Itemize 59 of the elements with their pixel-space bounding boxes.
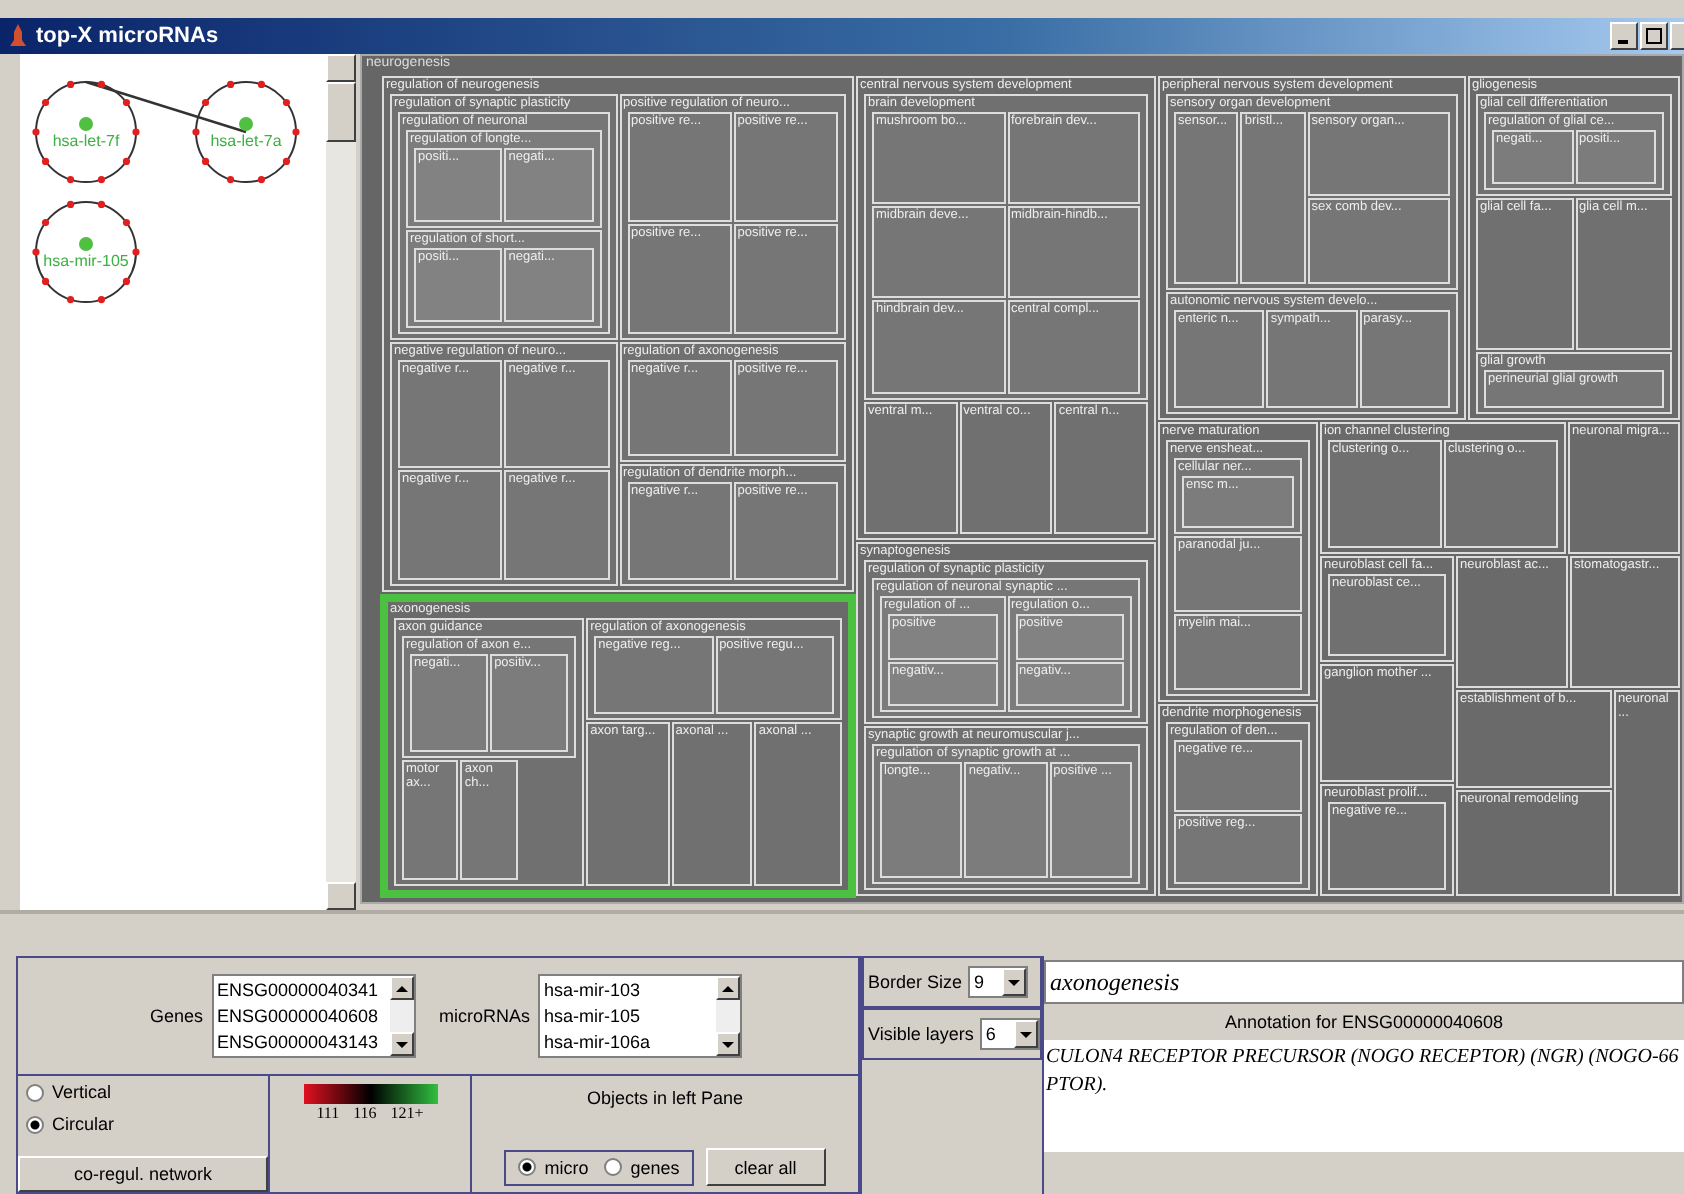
annotation-title: Annotation for ENSG00000040608 xyxy=(1222,1010,1506,1036)
treemap-cell[interactable] xyxy=(856,542,1156,896)
visible-layers-select[interactable]: 6 xyxy=(979,1018,1040,1050)
network-button[interactable]: co-regul. network xyxy=(18,1156,268,1192)
annotation-line: PTOR). xyxy=(1046,1072,1110,1100)
list-item[interactable]: hsa-mir-103 xyxy=(544,978,713,1002)
color-scale xyxy=(303,1084,437,1104)
radio-button[interactable] xyxy=(26,1115,44,1133)
scrollbar[interactable] xyxy=(326,54,356,910)
close-button[interactable] xyxy=(1670,22,1684,50)
list-item[interactable]: ENSG00000043143 xyxy=(217,1030,385,1054)
minimize-button[interactable] xyxy=(1610,22,1638,50)
microrna-list[interactable]: hsa-mir-103 hsa-mir-105 hsa-mir-106a xyxy=(538,974,743,1058)
node-label: hsa-let-7f xyxy=(52,132,120,150)
scroll-thumb[interactable] xyxy=(326,82,356,142)
treemap-cell[interactable] xyxy=(382,76,854,592)
dropdown-button[interactable] xyxy=(1002,968,1027,996)
border-size-select[interactable]: 9 xyxy=(968,966,1029,998)
scroll-down-button[interactable] xyxy=(326,882,356,910)
list-item[interactable]: hsa-mir-105 xyxy=(544,1004,713,1028)
clear-all-button[interactable]: clear all xyxy=(705,1148,826,1186)
radio-option[interactable]: genes xyxy=(596,1151,688,1183)
node-dot xyxy=(239,117,253,131)
node-label: hsa-mir-105 xyxy=(43,252,129,270)
radio-option[interactable]: Vertical xyxy=(18,1076,268,1108)
scale-label: 121+ xyxy=(390,1104,424,1122)
radio-button[interactable] xyxy=(604,1158,623,1176)
node-ring xyxy=(192,80,300,184)
window-title: top-X microRNAs xyxy=(36,24,219,48)
scale-label: 116 xyxy=(353,1104,377,1122)
annotation-line: CULON4 RECEPTOR PRECURSOR (NOGO RECEPTOR) (NGR) (NOGO-66 xyxy=(1046,1044,1681,1072)
node-ring xyxy=(32,80,140,184)
scroll-down-button[interactable] xyxy=(716,1032,741,1056)
radio-button[interactable] xyxy=(26,1083,44,1101)
field-label: Visible layers xyxy=(868,1024,974,1044)
radio-button[interactable] xyxy=(518,1158,537,1176)
search-field[interactable]: axonogenesis xyxy=(1044,960,1684,1004)
radio-option[interactable]: micro xyxy=(510,1151,597,1183)
node-ring xyxy=(32,200,140,304)
field-label: Border Size xyxy=(868,972,963,992)
node-dot xyxy=(79,237,93,251)
scroll-up-button[interactable] xyxy=(389,976,413,1000)
maximize-icon xyxy=(1646,28,1662,44)
list-item[interactable]: hsa-mir-106a xyxy=(544,1030,713,1054)
list-label: microRNAs xyxy=(439,1006,531,1026)
list-item[interactable]: ENSG00000040608 xyxy=(217,1004,385,1028)
maximize-button[interactable] xyxy=(1640,22,1668,50)
node-dot xyxy=(79,117,93,131)
scroll-down-button[interactable] xyxy=(389,1032,413,1056)
list-item[interactable]: ENSG00000040341 xyxy=(217,978,385,1002)
list-label: Genes xyxy=(149,1006,203,1026)
panel-title: Objects in left Pane xyxy=(586,1088,744,1108)
radio-option[interactable]: Circular xyxy=(18,1108,268,1140)
dropdown-button[interactable] xyxy=(1013,1020,1038,1048)
scroll-up-button[interactable] xyxy=(716,976,741,1000)
scroll-up-button[interactable] xyxy=(326,54,356,82)
gene-list[interactable]: ENSG00000040341 ENSG00000040608 ENSG00000043143 xyxy=(211,974,415,1058)
scale-label: 111 xyxy=(316,1104,340,1122)
node-label: hsa-let-7a xyxy=(210,132,282,150)
